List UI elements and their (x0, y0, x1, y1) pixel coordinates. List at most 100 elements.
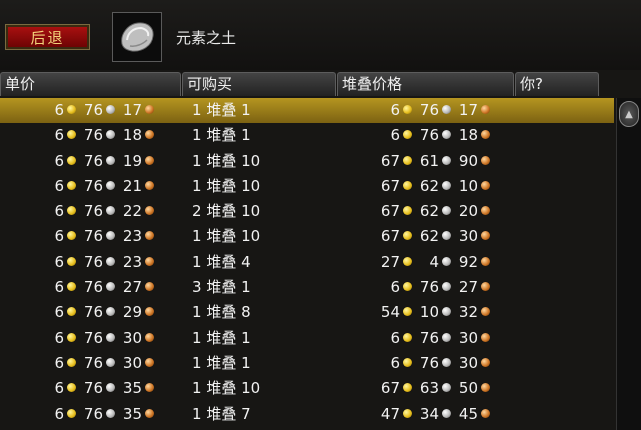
silver-coin-icon (106, 231, 115, 241)
copper-amount: 27 (458, 278, 478, 297)
item-icon-frame[interactable] (112, 12, 162, 62)
copper-amount: 20 (458, 202, 478, 221)
copper-coin-icon (145, 105, 154, 114)
silver-coin-icon (106, 357, 115, 367)
gold-coin-icon (67, 105, 76, 114)
stack-price: 67 61 90 (376, 149, 493, 174)
listing-row[interactable]: 6 76 30 1 堆叠 1 6 76 30 (0, 326, 614, 351)
quantity: 1 (192, 353, 202, 372)
gold-coin-icon (403, 256, 412, 266)
listing-row[interactable]: 6 76 17 1 堆叠 1 6 76 17 (0, 98, 614, 124)
unit-price: 6 76 23 (40, 250, 157, 275)
gold-amount: 67 (380, 379, 400, 398)
listing-row[interactable]: 6 76 19 1 堆叠 10 67 61 90 (0, 149, 614, 174)
listing-row[interactable]: 6 76 30 1 堆叠 1 6 76 30 (0, 351, 614, 376)
stack-price: 54 10 32 (376, 300, 493, 325)
silver-amount: 76 (419, 126, 439, 145)
listing-row[interactable]: 6 76 35 1 堆叠 10 67 63 50 (0, 376, 614, 401)
silver-coin-icon (442, 256, 451, 266)
copper-coin-icon (481, 408, 490, 418)
gold-amount: 6 (54, 252, 64, 271)
silver-coin-icon (106, 282, 115, 292)
copper-coin-icon (145, 282, 154, 292)
copper-coin-icon (481, 256, 490, 266)
silver-amount: 76 (419, 328, 439, 347)
silver-amount: 10 (419, 303, 439, 322)
gold-coin-icon (67, 155, 76, 165)
gold-coin-icon (403, 408, 412, 418)
unit-price: 6 76 18 (40, 123, 157, 148)
gold-amount: 67 (380, 227, 400, 246)
silver-coin-icon (106, 105, 115, 114)
unit-price: 6 76 35 (40, 376, 157, 401)
gold-amount: 6 (54, 227, 64, 246)
copper-coin-icon (145, 408, 154, 418)
listing-row[interactable]: 6 76 22 2 堆叠 10 67 62 20 (0, 199, 614, 224)
gold-amount: 67 (380, 202, 400, 221)
copper-coin-icon (145, 357, 154, 367)
silver-amount: 76 (83, 404, 103, 423)
listing-row[interactable]: 6 76 21 1 堆叠 10 67 62 10 (0, 174, 614, 199)
copper-amount: 23 (122, 252, 142, 271)
available-cell: 1 堆叠 10 (192, 174, 260, 199)
column-unit-price[interactable]: 单价 (0, 72, 181, 96)
copper-amount: 10 (458, 176, 478, 195)
gold-coin-icon (67, 206, 76, 216)
gold-amount: 6 (54, 353, 64, 372)
column-you[interactable]: 你? (515, 72, 599, 96)
gold-amount: 6 (54, 202, 64, 221)
stack-word: 堆叠 (206, 151, 237, 170)
copper-amount: 32 (458, 303, 478, 322)
silver-coin-icon (106, 307, 115, 317)
silver-coin-icon (106, 256, 115, 266)
quantity: 1 (192, 252, 202, 271)
gold-coin-icon (67, 357, 76, 367)
stack-size: 10 (241, 202, 261, 221)
gold-coin-icon (403, 357, 412, 367)
stack-word: 堆叠 (206, 252, 237, 271)
unit-price: 6 76 35 (40, 402, 157, 427)
listing-row[interactable]: 6 76 18 1 堆叠 1 6 76 18 (0, 123, 614, 148)
gold-amount: 6 (54, 151, 64, 170)
stack-price: 6 76 30 (376, 326, 493, 351)
silver-coin-icon (106, 155, 115, 165)
column-available[interactable]: 可购买 (182, 72, 336, 96)
listing-row[interactable]: 6 76 23 1 堆叠 10 67 62 30 (0, 224, 614, 249)
back-button[interactable]: 后退 (5, 24, 90, 50)
gold-amount: 67 (380, 151, 400, 170)
stack-size: 1 (241, 101, 251, 119)
stack-word: 堆叠 (206, 328, 237, 347)
gold-coin-icon (67, 383, 76, 393)
stack-price: 6 76 27 (376, 275, 493, 300)
stack-word: 堆叠 (206, 353, 237, 372)
gold-amount: 6 (54, 404, 64, 423)
listing-row[interactable]: 6 76 27 3 堆叠 1 6 76 27 (0, 275, 614, 300)
stack-price: 47 34 45 (376, 402, 493, 427)
listing-row[interactable]: 6 76 29 1 堆叠 8 54 10 32 (0, 300, 614, 325)
column-stack-price[interactable]: 堆叠价格 (337, 72, 514, 96)
quantity: 1 (192, 101, 202, 119)
listing-row[interactable]: 6 76 23 1 堆叠 4 27 4 92 (0, 250, 614, 275)
copper-amount: 17 (458, 101, 478, 119)
stack-word: 堆叠 (206, 379, 237, 398)
gray-ore-icon (121, 22, 154, 52)
listing-row[interactable]: 6 76 35 1 堆叠 7 47 34 45 (0, 402, 614, 427)
stack-word: 堆叠 (206, 227, 237, 246)
quantity: 3 (192, 278, 202, 297)
gold-coin-icon (403, 105, 412, 114)
silver-coin-icon (106, 383, 115, 393)
silver-coin-icon (106, 206, 115, 216)
silver-coin-icon (442, 408, 451, 418)
scroll-up-button[interactable]: ▲ (619, 101, 639, 127)
stack-size: 8 (241, 303, 251, 322)
stack-size: 1 (241, 328, 251, 347)
unit-price: 6 76 30 (40, 351, 157, 376)
copper-amount: 18 (458, 126, 478, 145)
unit-price: 6 76 23 (40, 224, 157, 249)
scrollbar[interactable] (616, 98, 641, 430)
copper-amount: 18 (122, 126, 142, 145)
copper-coin-icon (145, 180, 154, 190)
silver-amount: 63 (419, 379, 439, 398)
copper-coin-icon (145, 155, 154, 165)
silver-amount: 76 (419, 278, 439, 297)
